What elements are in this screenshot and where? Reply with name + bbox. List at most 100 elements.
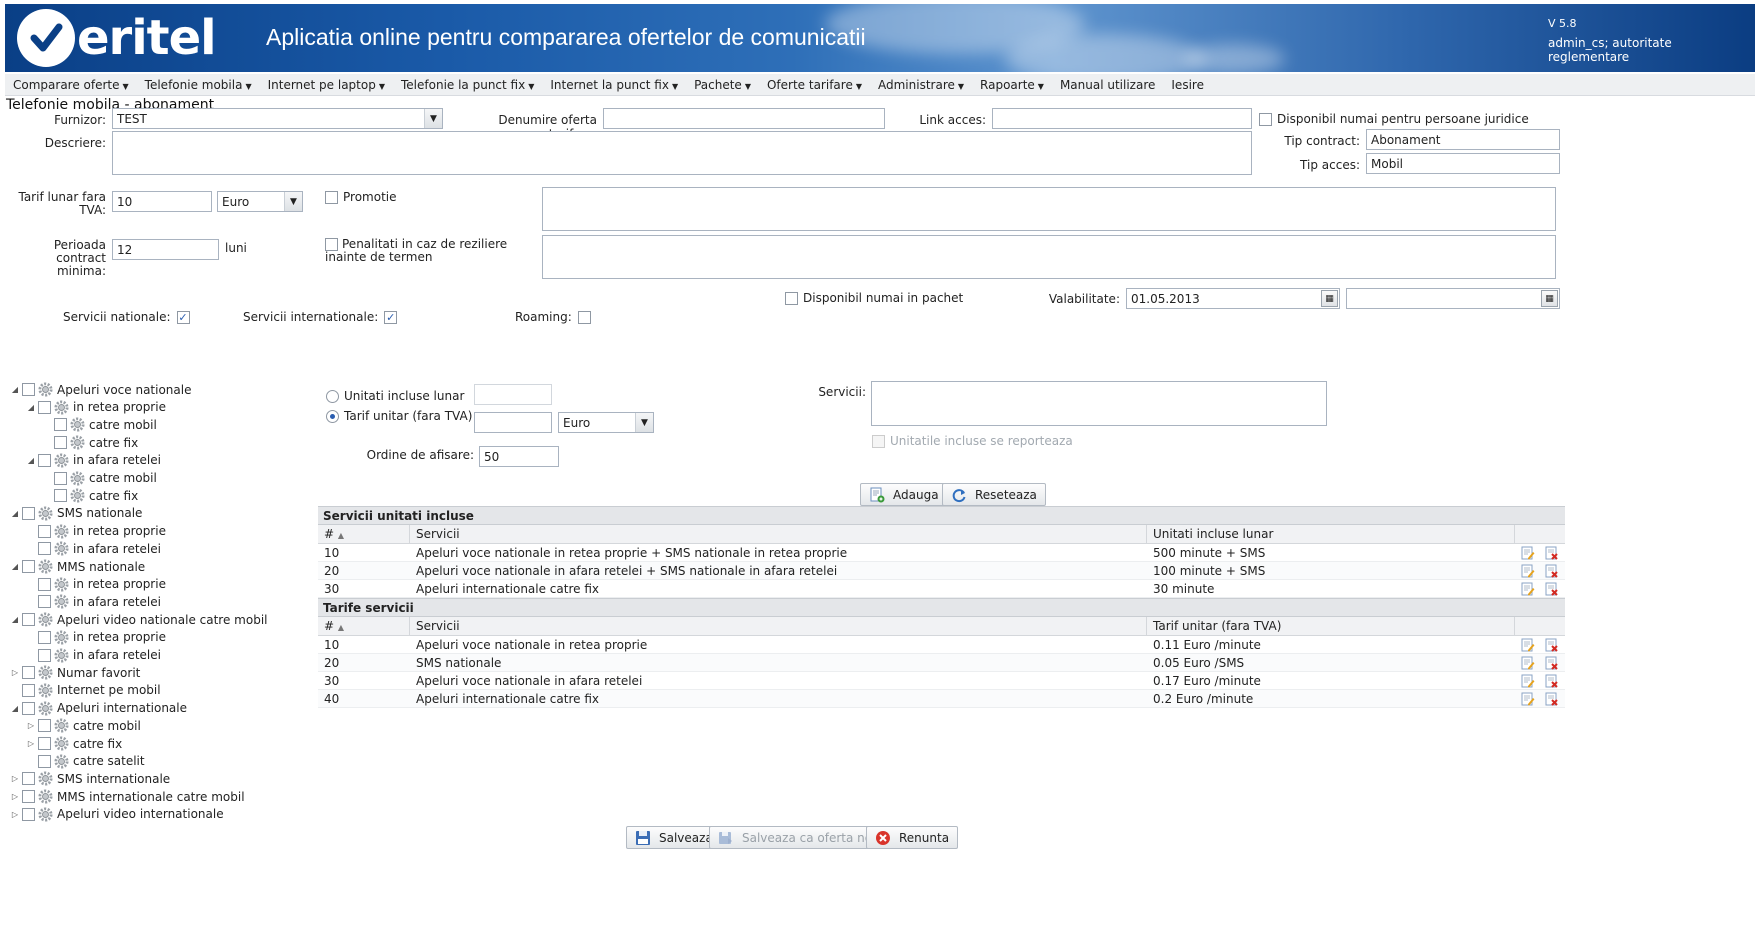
delete-icon[interactable] <box>1545 674 1559 688</box>
edit-icon[interactable] <box>1521 656 1535 670</box>
tree-node[interactable]: in retea proprie <box>26 629 166 646</box>
tree-node-checkbox[interactable] <box>22 790 35 804</box>
chevron-down-icon[interactable]: ▼ <box>635 413 653 432</box>
chevron-down-icon[interactable]: ▼ <box>284 192 302 211</box>
tree-node[interactable]: ◢ SMS nationale <box>10 505 142 522</box>
tree-node-checkbox[interactable] <box>38 595 51 609</box>
menu-item-8[interactable]: Rapoarte ▼ <box>972 78 1052 92</box>
expand-closed-icon[interactable]: ▷ <box>26 721 36 730</box>
servicii-nationale-checkbox[interactable]: ✓ <box>176 310 190 324</box>
column-header-nr[interactable]: # ▲ <box>318 525 410 543</box>
tree-node[interactable]: catre fix <box>42 487 138 504</box>
expand-closed-icon[interactable]: ▷ <box>10 774 20 783</box>
tree-node-checkbox[interactable] <box>22 383 35 396</box>
tree-node[interactable]: ▷ MMS internationale catre mobil <box>10 788 245 805</box>
denumire-input[interactable] <box>603 108 885 129</box>
expand-closed-icon[interactable]: ▷ <box>10 668 20 677</box>
table-row[interactable]: 30 Apeluri voce nationale in afara retele… <box>318 672 1565 690</box>
tarif-unitar-currency-select[interactable]: Euro ▼ <box>558 412 654 433</box>
expand-open-icon[interactable]: ◢ <box>10 385 20 394</box>
servicii-internationale-checkbox[interactable]: ✓ <box>384 310 398 324</box>
tree-node[interactable]: catre fix <box>42 434 138 451</box>
column-header-nr[interactable]: # ▲ <box>318 617 410 635</box>
tree-node-checkbox[interactable] <box>38 453 51 467</box>
expand-open-icon[interactable]: ◢ <box>10 704 20 713</box>
tree-node-checkbox[interactable] <box>38 542 51 556</box>
edit-icon[interactable] <box>1521 638 1535 652</box>
tree-node[interactable]: in afara retelei <box>26 593 161 610</box>
tree-node-checkbox[interactable] <box>22 683 35 697</box>
perioada-input[interactable] <box>112 239 219 260</box>
tree-node-checkbox[interactable] <box>38 754 51 768</box>
tree-node[interactable]: ▷ Numar favorit <box>10 664 140 681</box>
column-header-tarif[interactable]: Tarif unitar (fara TVA) <box>1147 617 1515 635</box>
ordine-input[interactable] <box>479 446 559 467</box>
delete-icon[interactable] <box>1545 656 1559 670</box>
column-header-unitati[interactable]: Unitati incluse lunar <box>1147 525 1515 543</box>
menu-item-7[interactable]: Administrare ▼ <box>870 78 972 92</box>
tree-node[interactable]: ◢ MMS nationale <box>10 558 145 575</box>
table-row[interactable]: 40 Apeluri internationale catre fix 0.2 Eu… <box>318 690 1565 708</box>
tree-node-checkbox[interactable] <box>22 807 35 821</box>
valabilitate-from-input[interactable] <box>1126 288 1340 309</box>
delete-icon[interactable] <box>1545 638 1559 652</box>
table-row[interactable]: 20 SMS nationale 0.05 Euro /SMS <box>318 654 1565 672</box>
calendar-icon[interactable]: ▦ <box>1541 290 1558 307</box>
tree-node[interactable]: ◢ in afara retelei <box>26 452 161 469</box>
tree-node[interactable]: ◢ Apeluri voce nationale <box>10 381 191 398</box>
juridice-checkbox[interactable] <box>1259 112 1272 126</box>
renunta-button[interactable]: Renunta <box>866 826 959 849</box>
menu-item-4[interactable]: Internet la punct fix ▼ <box>542 78 686 92</box>
edit-icon[interactable] <box>1521 582 1535 596</box>
tree-node-checkbox[interactable] <box>38 648 51 662</box>
tree-node-checkbox[interactable] <box>54 489 67 503</box>
tree-node[interactable]: ▷ SMS internationale <box>10 770 170 787</box>
tip-contract-input[interactable] <box>1366 129 1560 150</box>
edit-icon[interactable] <box>1521 564 1535 578</box>
tree-node-checkbox[interactable] <box>22 506 35 520</box>
unitati-radio[interactable] <box>326 389 339 403</box>
tarif-unitar-radio[interactable] <box>326 409 339 423</box>
tree-node-checkbox[interactable] <box>54 471 67 485</box>
moneda-select[interactable]: Euro ▼ <box>217 191 303 212</box>
table-row[interactable]: 20 Apeluri voce nationale in afara retele… <box>318 562 1565 580</box>
expand-open-icon[interactable]: ◢ <box>26 456 36 465</box>
tree-node-checkbox[interactable] <box>38 577 51 591</box>
tree-node[interactable]: catre mobil <box>42 416 157 433</box>
column-header-servicii[interactable]: Servicii <box>410 617 1147 635</box>
menu-item-9[interactable]: Manual utilizare <box>1052 78 1163 92</box>
tree-node[interactable]: in retea proprie <box>26 523 166 540</box>
tree-node[interactable]: ◢ in retea proprie <box>26 399 166 416</box>
tree-node[interactable]: ▷ catre fix <box>26 735 122 752</box>
tree-node[interactable]: ◢ Apeluri video nationale catre mobil <box>10 611 268 628</box>
tarif-unitar-input[interactable] <box>474 412 552 433</box>
unitati-input[interactable] <box>474 384 552 405</box>
menu-item-2[interactable]: Internet pe laptop ▼ <box>260 78 393 92</box>
delete-icon[interactable] <box>1545 582 1559 596</box>
furnizor-select[interactable]: TEST ▼ <box>112 108 443 129</box>
tree-node-checkbox[interactable] <box>38 719 51 733</box>
tree-node[interactable]: in afara retelei <box>26 540 161 557</box>
reporteaza-checkbox[interactable] <box>872 434 885 448</box>
delete-icon[interactable] <box>1545 564 1559 578</box>
tree-node[interactable]: ▷ catre mobil <box>26 717 141 734</box>
expand-open-icon[interactable]: ◢ <box>26 403 36 412</box>
tree-node[interactable]: Internet pe mobil <box>10 682 161 699</box>
table-row[interactable]: 10 Apeluri voce nationale in retea propri… <box>318 636 1565 654</box>
adauga-button[interactable]: Adauga <box>860 483 948 506</box>
delete-icon[interactable] <box>1545 692 1559 706</box>
tree-node[interactable]: catre satelit <box>26 753 145 770</box>
tree-node-checkbox[interactable] <box>54 418 67 432</box>
tree-node-checkbox[interactable] <box>22 701 35 715</box>
tree-node-checkbox[interactable] <box>22 666 35 680</box>
menu-item-5[interactable]: Pachete ▼ <box>686 78 759 92</box>
menu-item-10[interactable]: Iesire <box>1163 78 1212 92</box>
promotie-textarea[interactable] <box>542 187 1556 231</box>
menu-item-0[interactable]: Comparare oferte ▼ <box>5 78 137 92</box>
link-acces-input[interactable] <box>992 108 1252 129</box>
tree-node-checkbox[interactable] <box>38 630 51 644</box>
delete-icon[interactable] <box>1545 546 1559 560</box>
tree-node[interactable]: in afara retelei <box>26 647 161 664</box>
salveaza-button[interactable]: Salveaza <box>626 826 722 849</box>
tree-node-checkbox[interactable] <box>38 400 51 414</box>
